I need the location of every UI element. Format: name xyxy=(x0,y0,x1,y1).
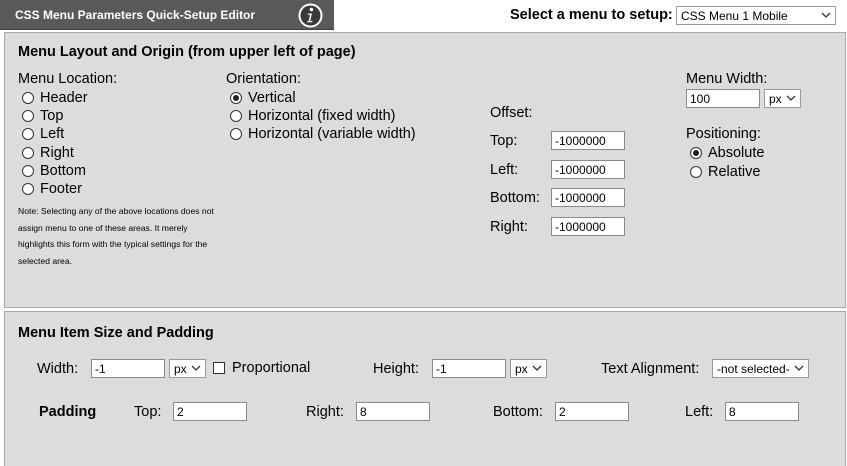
location-note: Note: Selecting any of the above locatio… xyxy=(18,206,214,266)
editor-title-bar: CSS Menu Parameters Quick-Setup Editor xyxy=(0,0,334,30)
layout-section-title: Menu Layout and Origin (from upper left … xyxy=(18,44,356,60)
info-circle-icon[interactable] xyxy=(297,2,324,29)
proportional-label: Proportional xyxy=(232,360,311,376)
location-radio-bottom[interactable]: Bottom xyxy=(22,163,86,179)
chevron-down-icon xyxy=(532,365,542,371)
location-radio-header[interactable]: Header xyxy=(22,90,88,106)
offset-bottom-input[interactable]: -1000000 xyxy=(551,188,625,207)
text-alignment-select[interactable]: -not selected- xyxy=(712,359,809,378)
editor-title: CSS Menu Parameters Quick-Setup Editor xyxy=(15,8,256,22)
padding-label: Padding xyxy=(39,404,97,420)
offset-bottom-label: Bottom: xyxy=(490,190,540,206)
radio-button[interactable] xyxy=(230,92,242,104)
item-size-padding-section: Menu Item Size and Padding Width: -1 px … xyxy=(4,311,846,466)
item-height-input[interactable]: -1 xyxy=(432,359,506,378)
location-radio-right[interactable]: Right xyxy=(22,145,74,161)
offset-left-label: Left: xyxy=(490,162,519,178)
radio-button[interactable] xyxy=(22,147,34,159)
item-height-label: Height: xyxy=(373,361,419,377)
offset-top-input[interactable]: -1000000 xyxy=(551,131,625,150)
radio-button[interactable] xyxy=(22,165,34,177)
menu-select-label: Select a menu to setup: xyxy=(510,7,673,23)
item-height-unit-select[interactable]: px xyxy=(510,359,547,378)
padding-right-input[interactable]: 8 xyxy=(356,402,430,421)
location-radio-top[interactable]: Top xyxy=(22,108,63,124)
chevron-down-icon xyxy=(191,365,201,371)
offset-top-label: Top: xyxy=(490,133,518,149)
menu-location-label: Menu Location: xyxy=(18,71,118,87)
chevron-down-icon xyxy=(794,365,804,371)
radio-button[interactable] xyxy=(690,166,702,178)
radio-button[interactable] xyxy=(22,110,34,122)
proportional-checkbox-row[interactable]: Proportional xyxy=(213,360,310,376)
text-alignment-label: Text Alignment: xyxy=(601,361,700,377)
radio-button[interactable] xyxy=(690,147,702,159)
item-width-label: Width: xyxy=(37,361,79,377)
offset-right-label: Right: xyxy=(490,219,528,235)
menu-width-unit-value: px xyxy=(769,92,782,106)
padding-left-input[interactable]: 8 xyxy=(725,402,799,421)
layout-origin-section: Menu Layout and Origin (from upper left … xyxy=(4,32,846,308)
padding-bottom-label: Bottom: xyxy=(493,404,543,420)
radio-button[interactable] xyxy=(22,92,34,104)
positioning-radio-relative[interactable]: Relative xyxy=(690,164,760,180)
menu-width-input[interactable]: 100 xyxy=(686,89,760,108)
chevron-down-icon xyxy=(821,12,831,18)
location-radio-footer[interactable]: Footer xyxy=(22,181,82,197)
radio-button[interactable] xyxy=(230,128,242,140)
location-radio-left[interactable]: Left xyxy=(22,126,64,142)
proportional-checkbox[interactable] xyxy=(213,362,225,374)
orientation-radio-horizontal-variable[interactable]: Horizontal (variable width) xyxy=(230,126,416,142)
padding-right-label: Right: xyxy=(306,404,344,420)
padding-top-label: Top: xyxy=(134,404,162,420)
positioning-radio-absolute[interactable]: Absolute xyxy=(690,145,764,161)
padding-top-input[interactable]: 2 xyxy=(173,402,247,421)
padding-bottom-input[interactable]: 2 xyxy=(555,402,629,421)
radio-button[interactable] xyxy=(22,128,34,140)
radio-button[interactable] xyxy=(22,183,34,195)
radio-button[interactable] xyxy=(230,110,242,122)
menu-select[interactable]: CSS Menu 1 Mobile xyxy=(676,6,836,25)
text-alignment-value: -not selected- xyxy=(717,362,790,376)
offset-right-input[interactable]: -1000000 xyxy=(551,217,625,236)
item-width-unit-select[interactable]: px xyxy=(169,359,206,378)
offset-left-input[interactable]: -1000000 xyxy=(551,160,625,179)
positioning-label: Positioning: xyxy=(686,126,761,142)
orientation-radio-horizontal-fixed[interactable]: Horizontal (fixed width) xyxy=(230,108,395,124)
item-width-input[interactable]: -1 xyxy=(91,359,165,378)
item-width-unit-value: px xyxy=(174,362,187,376)
menu-select-value: CSS Menu 1 Mobile xyxy=(681,9,788,23)
item-section-title: Menu Item Size and Padding xyxy=(18,325,214,341)
orientation-radio-vertical[interactable]: Vertical xyxy=(230,90,296,106)
offset-label: Offset: xyxy=(490,105,533,121)
item-height-unit-value: px xyxy=(515,362,528,376)
padding-left-label: Left: xyxy=(685,404,714,420)
chevron-down-icon xyxy=(786,95,796,101)
orientation-label: Orientation: xyxy=(226,71,301,87)
menu-width-label: Menu Width: xyxy=(686,71,768,87)
menu-width-unit-select[interactable]: px xyxy=(764,89,801,108)
